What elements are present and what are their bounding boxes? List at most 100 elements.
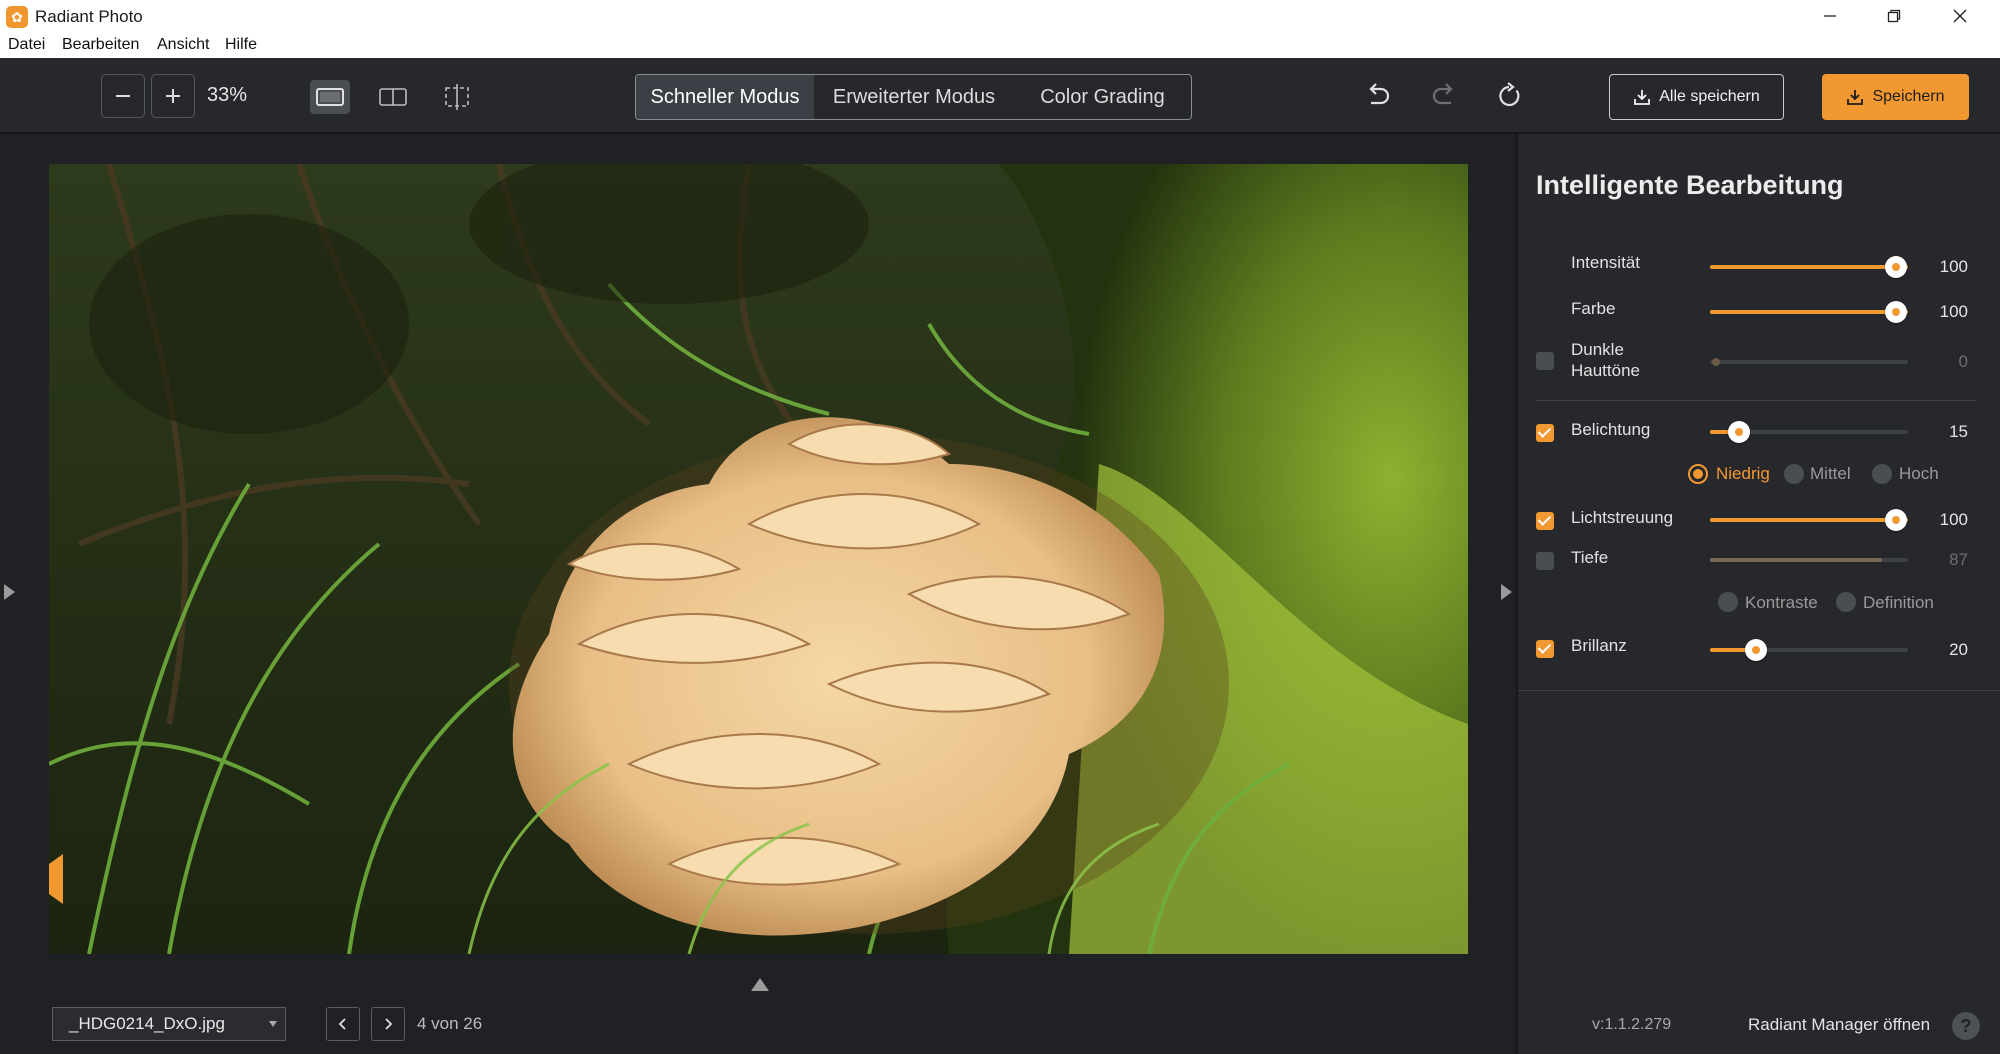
zoom-level: 33% xyxy=(207,84,248,106)
radio-hoch-label: Hoch xyxy=(1899,464,1939,483)
download-icon xyxy=(1847,90,1864,105)
lichtstreuung-checkbox[interactable] xyxy=(1536,512,1554,530)
brillanz-knob[interactable] xyxy=(1745,639,1767,661)
menu-ansicht[interactable]: Ansicht xyxy=(157,36,209,54)
brillanz-value: 20 xyxy=(1949,640,1968,659)
undo-icon xyxy=(1369,83,1390,105)
intensitaet-value: 100 xyxy=(1939,257,1968,276)
filmstrip-toggle[interactable] xyxy=(751,978,769,991)
crop-view-icon xyxy=(445,84,469,110)
save-all-label: Alle speichern xyxy=(1659,88,1760,105)
download-icon xyxy=(1634,90,1651,105)
dunkle-hauttoene-value: 0 xyxy=(1958,352,1968,371)
menu-bar: Datei Bearbeiten Ansicht Hilfe xyxy=(0,32,2000,58)
belichtung-label: Belichtung xyxy=(1571,420,1651,439)
lichtstreuung-slider[interactable] xyxy=(1710,509,1908,531)
brillanz-checkbox[interactable] xyxy=(1536,640,1554,658)
close-button[interactable] xyxy=(1930,0,1990,32)
right-panel-toggle[interactable] xyxy=(1501,584,1512,600)
radio-mittel-label: Mittel xyxy=(1810,464,1851,483)
chevron-right-icon xyxy=(385,1018,393,1030)
help-icon[interactable]: ? xyxy=(1952,1012,1980,1040)
radiant-manager-link[interactable]: Radiant Manager öffnen xyxy=(1748,1015,1930,1035)
panel-divider xyxy=(1536,400,1976,401)
radio-kontraste-label: Kontraste xyxy=(1745,593,1818,612)
brillanz-slider[interactable] xyxy=(1710,639,1908,661)
tab-color-grading[interactable]: Color Grading xyxy=(1014,75,1191,119)
tiefe-value: 87 xyxy=(1949,550,1968,569)
single-view-button[interactable] xyxy=(310,80,350,114)
mushroom-photo xyxy=(49,164,1468,954)
belichtung-checkbox[interactable] xyxy=(1536,424,1554,442)
farbe-slider[interactable] xyxy=(1710,301,1908,323)
save-label: Speichern xyxy=(1872,88,1945,105)
chevron-left-icon xyxy=(338,1018,346,1030)
save-all-button[interactable]: Alle speichern xyxy=(1609,74,1784,120)
lichtstreuung-knob[interactable] xyxy=(1885,509,1907,531)
farbe-fill xyxy=(1710,310,1908,314)
adjustments-panel: Intelligente Bearbeitung Intensität 100 … xyxy=(1516,134,2000,1054)
dunkle-label-2: Hauttöne xyxy=(1571,361,1640,380)
belichtung-slider[interactable] xyxy=(1710,421,1908,443)
dunkle-hauttoene-slider[interactable] xyxy=(1710,358,1908,366)
panel-divider-bottom xyxy=(1518,690,2000,691)
toolbar: 33% Schneller Modus Erweiterter Modus Co… xyxy=(0,58,2000,134)
farbe-label: Farbe xyxy=(1571,299,1616,318)
dunkle-hauttoene-checkbox[interactable] xyxy=(1536,352,1554,370)
tab-schneller-modus[interactable]: Schneller Modus xyxy=(636,75,814,119)
lichtstreuung-value: 100 xyxy=(1939,510,1968,529)
redo-icon xyxy=(1432,83,1453,105)
dunkle-label-1: Dunkle xyxy=(1571,340,1624,359)
intensitaet-slider[interactable] xyxy=(1710,256,1908,278)
split-view-icon xyxy=(379,88,407,106)
undo-button[interactable] xyxy=(1358,76,1398,116)
crop-view-button[interactable] xyxy=(437,80,477,114)
minimize-button[interactable] xyxy=(1800,0,1860,32)
file-name: _HDG0214_DxO.jpg xyxy=(69,1014,225,1033)
brillanz-label: Brillanz xyxy=(1571,636,1627,655)
radio-kontraste[interactable] xyxy=(1718,592,1738,612)
intensitaet-label: Intensität xyxy=(1571,253,1640,272)
previous-image-button[interactable] xyxy=(326,1007,360,1041)
farbe-value: 100 xyxy=(1939,302,1968,321)
radio-niedrig-label: Niedrig xyxy=(1716,464,1770,483)
next-image-button[interactable] xyxy=(371,1007,405,1041)
close-icon xyxy=(1953,9,1967,23)
menu-datei[interactable]: Datei xyxy=(8,36,45,54)
zoom-out-button[interactable] xyxy=(101,74,145,118)
radio-definition[interactable] xyxy=(1836,592,1856,612)
tiefe-label: Tiefe xyxy=(1571,548,1609,567)
radio-hoch[interactable] xyxy=(1872,464,1892,484)
tiefe-checkbox[interactable] xyxy=(1536,552,1554,570)
farbe-knob[interactable] xyxy=(1885,301,1907,323)
menu-hilfe[interactable]: Hilfe xyxy=(225,36,257,54)
reset-button[interactable] xyxy=(1489,76,1529,116)
split-view-button[interactable] xyxy=(373,80,413,114)
zoom-out-icon xyxy=(116,95,130,97)
left-panel-toggle[interactable] xyxy=(4,584,15,600)
maximize-icon xyxy=(1887,9,1901,23)
tiefe-slider[interactable] xyxy=(1710,558,1908,562)
zoom-in-button[interactable] xyxy=(151,74,195,118)
tiefe-fill xyxy=(1710,558,1883,562)
single-view-icon xyxy=(316,88,344,106)
window-title: Radiant Photo xyxy=(35,7,143,26)
image-counter: 4 von 26 xyxy=(417,1014,483,1033)
belichtung-value: 15 xyxy=(1949,422,1968,441)
panel-title: Intelligente Bearbeitung xyxy=(1536,170,1844,200)
belichtung-knob[interactable] xyxy=(1728,421,1750,443)
radio-mittel[interactable] xyxy=(1784,464,1804,484)
tab-erweiterter-modus[interactable]: Erweiterter Modus xyxy=(814,75,1014,119)
save-button[interactable]: Speichern xyxy=(1822,74,1969,120)
radio-niedrig[interactable] xyxy=(1688,464,1708,484)
zoom-in-icon xyxy=(166,89,180,103)
reset-icon xyxy=(1499,82,1520,107)
intensitaet-knob[interactable] xyxy=(1885,256,1907,278)
file-select[interactable]: _HDG0214_DxO.jpg xyxy=(52,1007,286,1041)
maximize-button[interactable] xyxy=(1864,0,1924,32)
menu-bearbeiten[interactable]: Bearbeiten xyxy=(62,36,139,54)
chevron-down-icon xyxy=(269,1021,277,1027)
redo-button[interactable] xyxy=(1424,76,1464,116)
dunkle-hauttoene-knob[interactable] xyxy=(1712,358,1720,366)
version-label: v:1.1.2.279 xyxy=(1592,1016,1672,1033)
